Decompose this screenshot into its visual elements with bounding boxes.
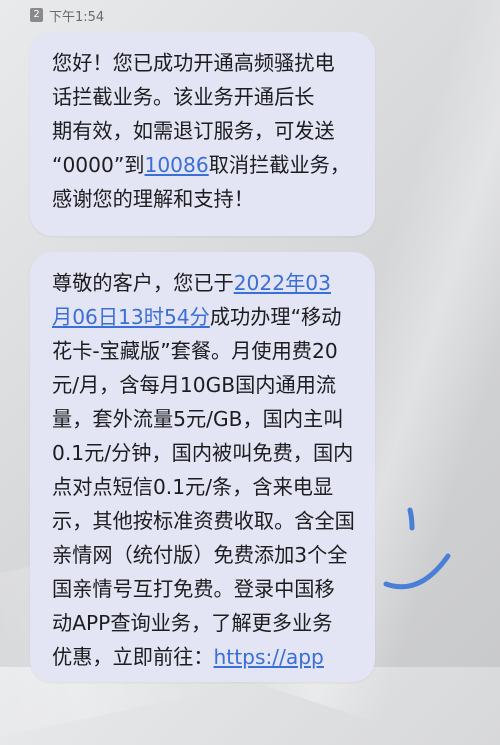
doodle-eye — [407, 507, 415, 531]
message-text: 尊敬的客户，您已于 — [52, 271, 234, 295]
phone-number-link[interactable]: 10086 — [144, 153, 208, 177]
message-text: 优惠，立即前往： — [52, 645, 214, 669]
message-line: 动APP查询业务，了解更多业务 — [52, 611, 333, 635]
message-text: 成功办理“移动 — [209, 305, 342, 329]
date-link[interactable]: 月06日13时54分 — [52, 305, 210, 329]
message-line: 感谢您的理解和支持！ — [52, 187, 254, 211]
message-line: 亲情网（统付版）免费添加3个全 — [52, 543, 348, 567]
smile-doodle-icon — [383, 507, 451, 590]
message-line: 话拦截业务。该业务开通后长 — [52, 85, 315, 109]
message-line: 花卡-宝藏版”套餐。月使用费20 — [52, 339, 338, 363]
message-line: 量，套外流量5元/GB，国内主叫 — [52, 407, 344, 431]
message-line: 元/月，含每月10GB国内通用流 — [52, 373, 337, 397]
message-bubble[interactable]: 尊敬的客户，您已于2022年03 月06日13时54分成功办理“移动 花卡-宝藏… — [30, 252, 375, 682]
message-text: 取消拦截业务， — [208, 153, 351, 177]
message-line: 月06日13时54分成功办理“移动 — [52, 300, 359, 334]
message-line: 尊敬的客户，您已于2022年03 — [52, 266, 359, 300]
url-link[interactable]: https://app — [214, 645, 324, 669]
message-bubble[interactable]: 您好！您已成功开通高频骚扰电 话拦截业务。该业务开通后长 期有效，如需退订服务，… — [30, 32, 375, 236]
message-line: 国亲情号互打免费。登录中国移 — [52, 577, 335, 601]
message-line: 0.1元/分钟，国内被叫免费，国内 — [52, 441, 354, 465]
message-line: “0000”到10086取消拦截业务， — [52, 148, 359, 182]
date-link[interactable]: 2022年03 — [234, 271, 331, 295]
sim-icon: 2 — [30, 8, 43, 22]
message-line: 优惠，立即前往：https://app — [52, 640, 359, 674]
message-line: 示，其他按标准资费收取。含全国 — [52, 509, 355, 533]
status-bar: 2 下午1:54 — [30, 5, 104, 25]
status-time: 下午1:54 — [49, 9, 105, 25]
message-line: 您好！您已成功开通高频骚扰电 — [52, 51, 335, 75]
message-line: 期有效，如需退订服务，可发送 — [52, 119, 335, 143]
doodle-mouth — [383, 553, 451, 590]
message-line: 点对点短信0.1元/条，含来电显 — [52, 475, 334, 499]
message-text: “0000”到 — [52, 153, 145, 177]
